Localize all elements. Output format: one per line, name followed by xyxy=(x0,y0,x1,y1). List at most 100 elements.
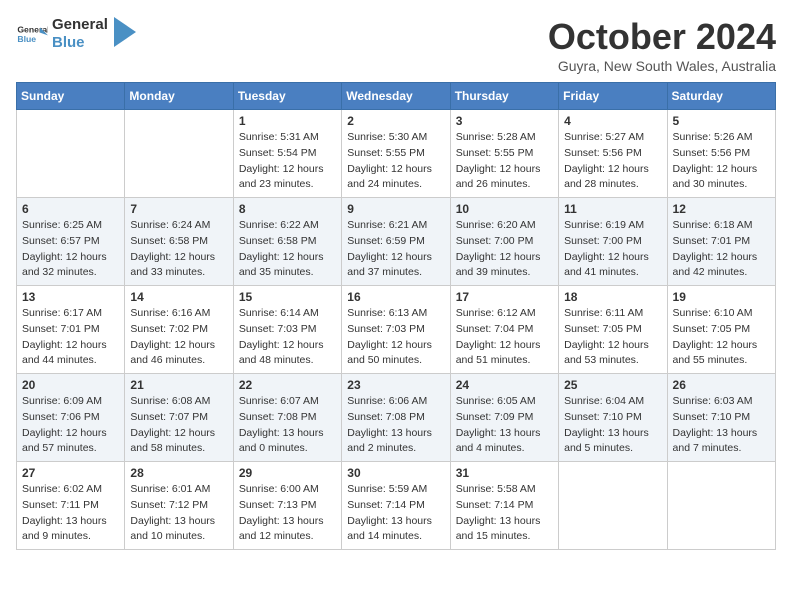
calendar-cell: 16 Sunrise: 6:13 AMSunset: 7:03 PMDayligh… xyxy=(342,286,450,374)
cell-info: Sunrise: 6:25 AMSunset: 6:57 PMDaylight:… xyxy=(22,218,119,281)
cell-info: Sunrise: 5:31 AMSunset: 5:54 PMDaylight:… xyxy=(239,130,336,193)
calendar-week-row: 27 Sunrise: 6:02 AMSunset: 7:11 PMDayligh… xyxy=(17,462,776,550)
calendar-cell: 24Sunrise: 6:05 AMSunset: 7:09 PMDayligh… xyxy=(450,374,558,462)
weekday-header-wednesday: Wednesday xyxy=(342,83,450,110)
calendar-table: SundayMondayTuesdayWednesdayThursdayFrid… xyxy=(16,82,776,550)
calendar-cell: 9 Sunrise: 6:21 AMSunset: 6:59 PMDaylight… xyxy=(342,198,450,286)
calendar-cell: 31 Sunrise: 5:58 AMSunset: 7:14 PMDayligh… xyxy=(450,462,558,550)
day-number: 10 xyxy=(456,202,553,216)
cell-info: Sunrise: 6:00 AMSunset: 7:13 PMDaylight:… xyxy=(239,482,336,545)
calendar-cell xyxy=(125,110,233,198)
cell-info: Sunrise: 6:17 AMSunset: 7:01 PMDaylight:… xyxy=(22,306,119,369)
cell-info: Sunrise: 6:08 AMSunset: 7:07 PMDaylight:… xyxy=(130,394,227,457)
calendar-week-row: 1 Sunrise: 5:31 AMSunset: 5:54 PMDaylight… xyxy=(17,110,776,198)
day-number: 26 xyxy=(673,378,770,392)
calendar-cell: 11Sunrise: 6:19 AMSunset: 7:00 PMDayligh… xyxy=(559,198,667,286)
calendar-cell: 13 Sunrise: 6:17 AMSunset: 7:01 PMDayligh… xyxy=(17,286,125,374)
weekday-header-saturday: Saturday xyxy=(667,83,775,110)
day-number: 30 xyxy=(347,466,444,480)
calendar-cell: 17 Sunrise: 6:12 AMSunset: 7:04 PMDayligh… xyxy=(450,286,558,374)
day-number: 8 xyxy=(239,202,336,216)
calendar-cell: 25Sunrise: 6:04 AMSunset: 7:10 PMDayligh… xyxy=(559,374,667,462)
calendar-cell: 20Sunrise: 6:09 AMSunset: 7:06 PMDayligh… xyxy=(17,374,125,462)
cell-info: Sunrise: 6:01 AMSunset: 7:12 PMDaylight:… xyxy=(130,482,227,545)
calendar-cell: 5 Sunrise: 5:26 AMSunset: 5:56 PMDaylight… xyxy=(667,110,775,198)
calendar-cell: 4 Sunrise: 5:27 AMSunset: 5:56 PMDaylight… xyxy=(559,110,667,198)
calendar-cell xyxy=(17,110,125,198)
calendar-cell: 3 Sunrise: 5:28 AMSunset: 5:55 PMDaylight… xyxy=(450,110,558,198)
day-number: 27 xyxy=(22,466,119,480)
logo-blue: Blue xyxy=(52,34,108,52)
weekday-header-tuesday: Tuesday xyxy=(233,83,341,110)
day-number: 31 xyxy=(456,466,553,480)
day-number: 5 xyxy=(673,114,770,128)
day-number: 4 xyxy=(564,114,661,128)
calendar-cell: 14Sunrise: 6:16 AMSunset: 7:02 PMDayligh… xyxy=(125,286,233,374)
day-number: 17 xyxy=(456,290,553,304)
day-number: 6 xyxy=(22,202,119,216)
cell-info: Sunrise: 5:28 AMSunset: 5:55 PMDaylight:… xyxy=(456,130,553,193)
cell-info: Sunrise: 6:10 AMSunset: 7:05 PMDaylight:… xyxy=(673,306,770,369)
weekday-header-thursday: Thursday xyxy=(450,83,558,110)
calendar-cell xyxy=(559,462,667,550)
cell-info: Sunrise: 6:05 AMSunset: 7:09 PMDaylight:… xyxy=(456,394,553,457)
weekday-header-monday: Monday xyxy=(125,83,233,110)
day-number: 25 xyxy=(564,378,661,392)
day-number: 22 xyxy=(239,378,336,392)
day-number: 14 xyxy=(130,290,227,304)
calendar-cell: 27 Sunrise: 6:02 AMSunset: 7:11 PMDayligh… xyxy=(17,462,125,550)
cell-info: Sunrise: 6:24 AMSunset: 6:58 PMDaylight:… xyxy=(130,218,227,281)
cell-info: Sunrise: 6:21 AMSunset: 6:59 PMDaylight:… xyxy=(347,218,444,281)
calendar-cell: 6 Sunrise: 6:25 AMSunset: 6:57 PMDaylight… xyxy=(17,198,125,286)
cell-info: Sunrise: 6:09 AMSunset: 7:06 PMDaylight:… xyxy=(22,394,119,457)
calendar-cell: 28Sunrise: 6:01 AMSunset: 7:12 PMDayligh… xyxy=(125,462,233,550)
month-title: October 2024 xyxy=(548,16,776,58)
weekday-header-sunday: Sunday xyxy=(17,83,125,110)
cell-info: Sunrise: 6:22 AMSunset: 6:58 PMDaylight:… xyxy=(239,218,336,281)
day-number: 13 xyxy=(22,290,119,304)
day-number: 1 xyxy=(239,114,336,128)
calendar-cell xyxy=(667,462,775,550)
calendar-cell: 21 Sunrise: 6:08 AMSunset: 7:07 PMDayligh… xyxy=(125,374,233,462)
day-number: 18 xyxy=(564,290,661,304)
calendar-week-row: 20Sunrise: 6:09 AMSunset: 7:06 PMDayligh… xyxy=(17,374,776,462)
cell-info: Sunrise: 6:18 AMSunset: 7:01 PMDaylight:… xyxy=(673,218,770,281)
calendar-cell: 18 Sunrise: 6:11 AMSunset: 7:05 PMDayligh… xyxy=(559,286,667,374)
logo-icon: General Blue xyxy=(16,18,48,50)
day-number: 29 xyxy=(239,466,336,480)
logo-arrow-icon xyxy=(114,17,136,47)
cell-info: Sunrise: 6:11 AMSunset: 7:05 PMDaylight:… xyxy=(564,306,661,369)
cell-info: Sunrise: 6:20 AMSunset: 7:00 PMDaylight:… xyxy=(456,218,553,281)
day-number: 16 xyxy=(347,290,444,304)
day-number: 21 xyxy=(130,378,227,392)
cell-info: Sunrise: 6:13 AMSunset: 7:03 PMDaylight:… xyxy=(347,306,444,369)
day-number: 19 xyxy=(673,290,770,304)
calendar-cell: 2Sunrise: 5:30 AMSunset: 5:55 PMDaylight… xyxy=(342,110,450,198)
cell-info: Sunrise: 6:12 AMSunset: 7:04 PMDaylight:… xyxy=(456,306,553,369)
calendar-cell: 10 Sunrise: 6:20 AMSunset: 7:00 PMDayligh… xyxy=(450,198,558,286)
svg-text:Blue: Blue xyxy=(17,34,36,44)
cell-info: Sunrise: 5:27 AMSunset: 5:56 PMDaylight:… xyxy=(564,130,661,193)
cell-info: Sunrise: 6:06 AMSunset: 7:08 PMDaylight:… xyxy=(347,394,444,457)
cell-info: Sunrise: 6:19 AMSunset: 7:00 PMDaylight:… xyxy=(564,218,661,281)
cell-info: Sunrise: 5:58 AMSunset: 7:14 PMDaylight:… xyxy=(456,482,553,545)
day-number: 3 xyxy=(456,114,553,128)
cell-info: Sunrise: 5:26 AMSunset: 5:56 PMDaylight:… xyxy=(673,130,770,193)
calendar-cell: 26Sunrise: 6:03 AMSunset: 7:10 PMDayligh… xyxy=(667,374,775,462)
day-number: 9 xyxy=(347,202,444,216)
day-number: 12 xyxy=(673,202,770,216)
calendar-cell: 19 Sunrise: 6:10 AMSunset: 7:05 PMDayligh… xyxy=(667,286,775,374)
calendar-cell: 30Sunrise: 5:59 AMSunset: 7:14 PMDayligh… xyxy=(342,462,450,550)
cell-info: Sunrise: 6:02 AMSunset: 7:11 PMDaylight:… xyxy=(22,482,119,545)
page-header: General Blue General Blue October 2024 G… xyxy=(16,16,776,74)
day-number: 2 xyxy=(347,114,444,128)
title-block: October 2024 Guyra, New South Wales, Aus… xyxy=(548,16,776,74)
calendar-week-row: 6 Sunrise: 6:25 AMSunset: 6:57 PMDaylight… xyxy=(17,198,776,286)
logo: General Blue General Blue xyxy=(16,16,136,52)
calendar-cell: 8 Sunrise: 6:22 AMSunset: 6:58 PMDaylight… xyxy=(233,198,341,286)
header-row: SundayMondayTuesdayWednesdayThursdayFrid… xyxy=(17,83,776,110)
calendar-cell: 15Sunrise: 6:14 AMSunset: 7:03 PMDayligh… xyxy=(233,286,341,374)
calendar-cell: 22Sunrise: 6:07 AMSunset: 7:08 PMDayligh… xyxy=(233,374,341,462)
calendar-week-row: 13 Sunrise: 6:17 AMSunset: 7:01 PMDayligh… xyxy=(17,286,776,374)
logo-general: General xyxy=(52,16,108,34)
